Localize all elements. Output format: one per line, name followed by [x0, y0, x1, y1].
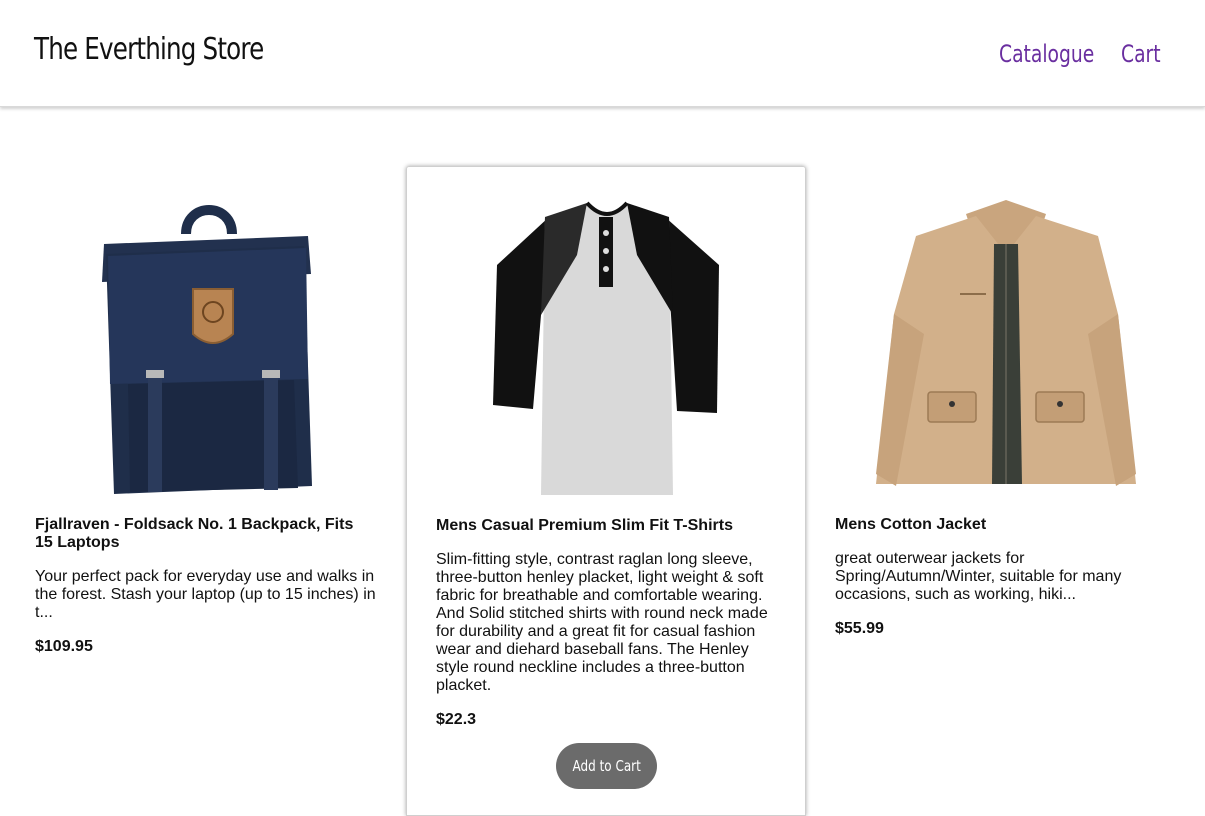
product-title[interactable]: Fjallraven - Foldsack No. 1 Backpack, Fi…: [35, 516, 375, 552]
add-to-cart-label: Add to Cart: [572, 757, 641, 775]
product-card-jacket[interactable]: Mens Cotton Jacket great outerwear jacke…: [806, 166, 1205, 816]
backpack-image[interactable]: [36, 194, 376, 496]
nav-cart-link[interactable]: Cart: [1121, 40, 1161, 68]
product-card-backpack[interactable]: Fjallraven - Foldsack No. 1 Backpack, Fi…: [6, 166, 406, 816]
tshirt-image[interactable]: [437, 195, 777, 497]
product-card-tshirt[interactable]: Mens Casual Premium Slim Fit T-Shirts Sl…: [406, 166, 806, 816]
product-price: $55.99: [835, 620, 884, 637]
product-title[interactable]: Mens Casual Premium Slim Fit T-Shirts: [436, 517, 776, 535]
product-price: $22.3: [436, 711, 477, 728]
product-description: Your perfect pack for everyday use and w…: [35, 568, 376, 621]
product-description: great outerwear jackets for Spring/Autum…: [835, 550, 1122, 603]
jacket-illustration: [876, 200, 1136, 486]
nav-catalogue-link[interactable]: Catalogue: [999, 40, 1094, 68]
site-header: The Everthing Store Catalogue Cart: [0, 0, 1205, 107]
product-price: $109.95: [35, 638, 93, 655]
product-description: Slim-fitting style, contrast raglan long…: [436, 551, 768, 694]
backpack-illustration: [102, 205, 312, 494]
jacket-image[interactable]: [836, 194, 1176, 496]
tshirt-illustration: [493, 201, 719, 495]
add-to-cart-button[interactable]: Add to Cart: [556, 743, 657, 789]
brand-title[interactable]: The Everthing Store: [34, 32, 264, 67]
product-title[interactable]: Mens Cotton Jacket: [835, 516, 1175, 534]
